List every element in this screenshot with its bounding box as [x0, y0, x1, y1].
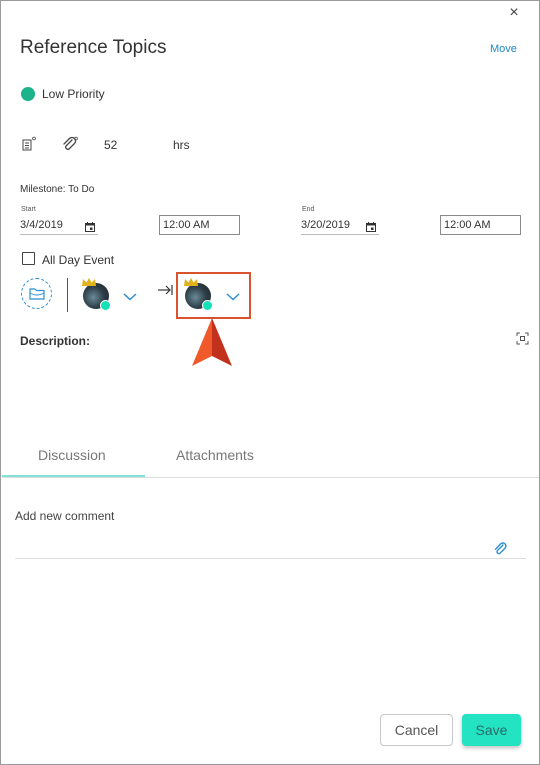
priority-label[interactable]: Low Priority — [42, 87, 105, 101]
move-link[interactable]: Move — [490, 43, 517, 55]
start-time-input[interactable]: 12:00 AM — [159, 215, 240, 235]
expand-icon[interactable] — [516, 332, 529, 345]
start-date-field[interactable]: 3/4/2019 — [20, 219, 63, 231]
tab-divider — [2, 477, 539, 478]
comment-input[interactable]: Add new comment — [15, 509, 114, 523]
end-label: End — [302, 206, 315, 213]
pointer-arrow-icon — [192, 318, 232, 366]
dialog-title: Reference Topics — [20, 37, 167, 58]
online-status-icon — [100, 300, 111, 311]
hours-value[interactable]: 52 — [104, 138, 117, 152]
tab-discussion[interactable]: Discussion — [38, 447, 106, 463]
all-day-label: All Day Event — [42, 253, 115, 267]
description-label: Description: — [20, 334, 91, 348]
save-button[interactable]: Save — [462, 714, 521, 746]
calendar-icon[interactable] — [366, 222, 376, 232]
folder-icon — [29, 288, 45, 300]
hours-unit: hrs — [173, 138, 190, 152]
project-folder-button[interactable] — [21, 278, 52, 309]
milestone-label[interactable]: Milestone: To Do — [20, 184, 94, 195]
end-date-underline — [301, 234, 379, 235]
from-assignee-avatar[interactable] — [82, 278, 111, 311]
assignee-separator — [67, 278, 68, 312]
priority-indicator — [21, 87, 35, 101]
calendar-icon[interactable] — [85, 222, 95, 232]
all-day-checkbox[interactable] — [22, 252, 35, 265]
arrow-right-icon — [158, 285, 173, 295]
cancel-button[interactable]: Cancel — [380, 714, 453, 746]
close-icon: × — [509, 4, 519, 21]
highlight-box — [176, 272, 251, 319]
notes-icon[interactable] — [20, 135, 38, 153]
crown-icon — [82, 278, 96, 286]
close-button[interactable]: × — [505, 4, 523, 22]
end-time-input[interactable]: 12:00 AM — [440, 215, 521, 235]
attachment-icon[interactable] — [61, 135, 79, 153]
start-date-underline — [20, 234, 98, 235]
comment-underline — [15, 558, 526, 559]
start-label: Start — [21, 206, 36, 213]
task-dialog: × Reference Topics Move Low Priority 52 … — [0, 0, 540, 765]
end-date-field[interactable]: 3/20/2019 — [301, 219, 350, 231]
chevron-down-icon[interactable] — [123, 293, 137, 301]
tab-attachments[interactable]: Attachments — [176, 447, 254, 463]
attach-file-icon[interactable] — [493, 541, 507, 556]
